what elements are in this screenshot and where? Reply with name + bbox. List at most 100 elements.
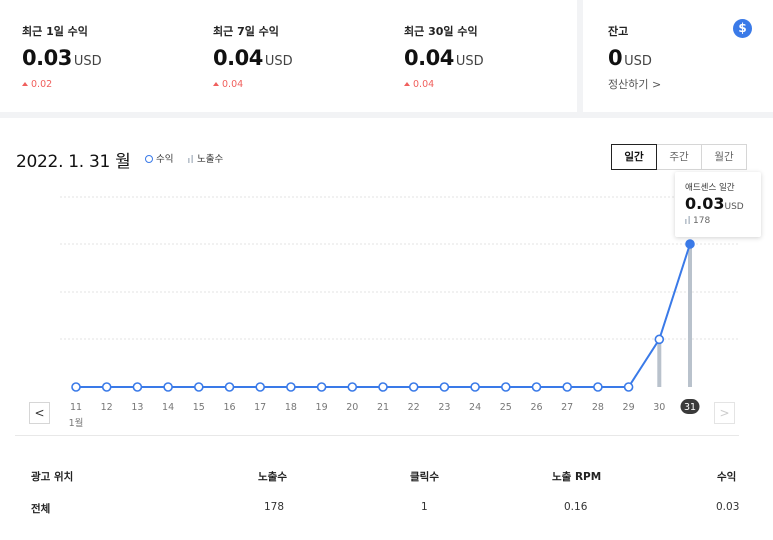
chart-tooltip: 애드센스 일간 0.03USD 178 [675,172,761,237]
x-tick-label: 29 [623,402,635,413]
tooltip-unit: USD [724,202,744,212]
table-header-impressions: 노출수 [258,471,287,483]
table-cell-revenue: 0.03 [716,501,740,513]
chart-next-button[interactable]: > [714,402,735,424]
stat-delta-value: 0.04 [413,79,435,90]
revenue-point [654,334,665,345]
table-cell-clicks: 1 [421,501,428,513]
earnings-chart: 11 12 13 14 15 16 17 18 19 20 21 22 23 24 25 26 27 28 29 30… [60,196,740,429]
balance-card: 잔고 0 USD $ 정산하기 > [583,0,773,112]
revenue-point [378,382,388,392]
table-header-rpm: 노출 RPM [552,471,602,483]
x-tick-label: 18 [285,402,297,413]
settle-link[interactable]: 정산하기 > [608,76,661,92]
recent-earnings-card: 최근 1일 수익 0.03 USD 0.02 최근 7일 수익 0.04 USD 0… [0,0,577,112]
stat-unit: USD [264,54,293,69]
stat-delta-value: 0.02 [31,79,53,90]
table-header-clicks: 클릭수 [410,471,439,483]
revenue-point [163,382,173,392]
x-tick-label: 24 [469,402,481,413]
x-tick-label: 25 [500,402,512,413]
tooltip-number: 0.03 [685,194,725,213]
stat-unit: USD [455,54,484,69]
x-tick-label: 11 [70,402,82,413]
stat-delta-value: 0.04 [222,79,244,90]
balance-label: 잔고 [608,25,629,38]
x-tick-label: 23 [438,402,450,413]
x-tick-label: 14 [162,402,174,413]
x-tick-label: 13 [131,402,143,413]
x-tick-label: 21 [377,402,389,413]
balance-value: 0 USD [608,46,652,70]
stat-value: 0.04 USD [213,46,293,70]
chevron-left-icon: < [34,406,45,420]
stat-delta: 0.04 [213,79,243,90]
revenue-point [286,382,296,392]
revenue-point [255,382,266,392]
chart-prev-button[interactable]: < [29,402,50,424]
revenue-point [101,382,112,392]
stat-number: 0.03 [22,46,72,70]
revenue-point [685,239,695,249]
tooltip-title: 애드센스 일간 [685,183,735,193]
stat-label: 최근 30일 수익 [404,25,478,38]
revenue-line [76,243,691,388]
revenue-point [347,382,358,392]
increase-arrow-icon [404,82,410,86]
dollar-icon: $ [733,19,752,38]
bar-marker-icon [685,216,690,224]
x-tick-label: 15 [193,402,205,413]
table-cell-placement: 전체 [31,503,51,515]
table-header-revenue: 수익 [717,471,737,483]
stat-unit: USD [73,54,102,69]
stat-value: 0.03 USD [22,46,102,70]
x-tick-label: 12 [101,402,113,413]
revenue-point [439,382,450,392]
stat-delta: 0.02 [22,79,52,90]
x-tick-label: 26 [530,402,542,413]
x-tick-label: 28 [592,402,604,413]
table-header-placement: 광고 위치 [31,471,74,483]
impressions-bar [688,244,692,387]
stat-value: 0.04 USD [404,46,484,70]
x-tick-label: 31 [684,402,696,413]
stat-number: 0.04 [404,46,454,70]
revenue-point [132,382,143,392]
stat-label: 최근 1일 수익 [22,25,88,38]
increase-arrow-icon [22,82,28,86]
tooltip-impressions: 178 [685,216,710,226]
earnings-chart-card: 2022. 1. 31 월 수익 노출수 일간 주간 월간 11 12 13 14 15… [0,118,773,540]
x-tick-label: 17 [254,402,266,413]
x-tick-label: 22 [408,402,420,413]
stat-label: 최근 7일 수익 [213,25,279,38]
balance-number: 0 [608,46,623,70]
balance-unit: USD [624,54,652,69]
revenue-point [531,382,542,392]
x-tick-label: 30 [653,402,665,413]
increase-arrow-icon [213,82,219,86]
revenue-point [593,382,603,392]
x-tick-label: 27 [561,402,573,413]
tooltip-value: 0.03USD [685,194,744,213]
revenue-point [194,382,204,392]
chevron-right-icon: > [719,406,730,420]
table-cell-impressions: 178 [264,501,285,513]
x-tick-label: 16 [223,402,235,413]
revenue-point [562,382,573,392]
revenue-point [623,382,634,392]
revenue-point [71,382,81,392]
daily-button[interactable]: 일간 [611,144,657,170]
revenue-point [470,382,480,392]
revenue-point [316,382,327,392]
x-tick-label: 19 [316,402,328,413]
revenue-point [500,382,511,392]
impressions-bar [657,337,662,387]
revenue-point [224,382,235,392]
revenue-point [408,382,419,392]
stat-delta: 0.04 [404,79,434,90]
divider [15,435,739,436]
x-month-label: 1월 [69,417,84,429]
tooltip-impressions-value: 178 [693,216,711,226]
stat-number: 0.04 [213,46,263,70]
table-cell-rpm: 0.16 [564,501,588,513]
